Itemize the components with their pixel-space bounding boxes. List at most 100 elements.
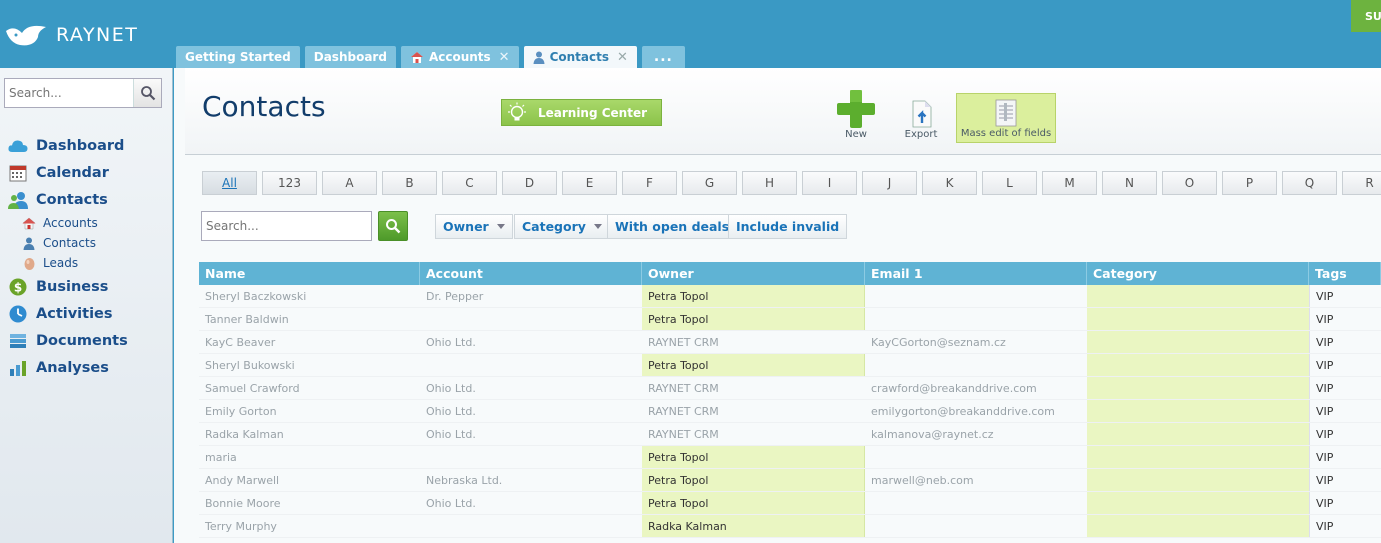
cell-name[interactable]: Samuel Crawford: [199, 377, 420, 399]
cell-name[interactable]: Terry Murphy: [199, 515, 420, 537]
cell-name[interactable]: Tanner Baldwin: [199, 308, 420, 330]
cell-account[interactable]: [420, 446, 642, 468]
include-invalid-filter[interactable]: Include invalid: [728, 214, 848, 239]
cell-name[interactable]: Bonnie Moore: [199, 492, 420, 514]
cell-account[interactable]: Ohio Ltd.: [420, 492, 642, 514]
sidebar-item-accounts[interactable]: Accounts: [8, 213, 128, 233]
letter-b[interactable]: B: [382, 171, 437, 195]
export-button[interactable]: Export: [896, 86, 946, 144]
letter-o[interactable]: O: [1162, 171, 1217, 195]
letter-g[interactable]: G: [682, 171, 737, 195]
table-row[interactable]: Andy Marwell Nebraska Ltd. Petra Topol marw…: [199, 469, 1381, 492]
cell-account[interactable]: Ohio Ltd.: [420, 400, 642, 422]
tab-dashboard[interactable]: Dashboard: [304, 46, 396, 68]
contacts-search-button[interactable]: [378, 211, 408, 241]
cell-email[interactable]: [865, 446, 1087, 468]
sidebar-search-button[interactable]: [133, 79, 161, 107]
sidebar-item-analyses[interactable]: Analyses: [8, 354, 128, 381]
cell-account[interactable]: [420, 354, 642, 376]
close-icon[interactable]: ✕: [499, 50, 510, 65]
cell-email[interactable]: marwell@neb.com: [865, 469, 1087, 491]
cell-account[interactable]: [420, 308, 642, 330]
column-header-owner[interactable]: Owner: [642, 262, 865, 285]
cell-name[interactable]: maria: [199, 446, 420, 468]
cell-name[interactable]: KayC Beaver: [199, 331, 420, 353]
cell-account[interactable]: Ohio Ltd.: [420, 377, 642, 399]
tab-contacts[interactable]: Contacts ✕: [523, 46, 637, 68]
table-row[interactable]: Samuel Crawford Ohio Ltd. RAYNET CRM crawfo…: [199, 377, 1381, 400]
table-row[interactable]: Tanner Baldwin Petra Topol VIP: [199, 308, 1381, 331]
cell-name[interactable]: Radka Kalman: [199, 423, 420, 445]
table-row[interactable]: Sheryl Baczkowski Dr. Pepper Petra Topol VI…: [199, 285, 1381, 308]
owner-filter[interactable]: Owner: [435, 214, 513, 239]
letter-e[interactable]: E: [562, 171, 617, 195]
sidebar-item-contacts[interactable]: Contacts: [8, 186, 128, 213]
cell-account[interactable]: Ohio Ltd.: [420, 331, 642, 353]
mass-edit-button[interactable]: Mass edit of fields: [956, 93, 1056, 143]
letter-p[interactable]: P: [1222, 171, 1277, 195]
cell-email[interactable]: [865, 308, 1087, 330]
letter-h[interactable]: H: [742, 171, 797, 195]
column-header-tags[interactable]: Tags: [1309, 262, 1381, 285]
close-icon[interactable]: ✕: [617, 50, 628, 65]
sidebar-item-contacts-sub[interactable]: Contacts: [8, 233, 128, 253]
letter-i[interactable]: I: [802, 171, 857, 195]
cell-email[interactable]: [865, 285, 1087, 307]
letter-a[interactable]: A: [322, 171, 377, 195]
table-row[interactable]: Bonnie Moore Ohio Ltd. Petra Topol VIP: [199, 492, 1381, 515]
cell-email[interactable]: emilygorton@breakanddrive.com: [865, 400, 1087, 422]
open-deals-filter[interactable]: With open deals: [607, 214, 738, 239]
cell-account[interactable]: [420, 515, 642, 537]
cell-account[interactable]: Nebraska Ltd.: [420, 469, 642, 491]
letter-123[interactable]: 123: [262, 171, 317, 195]
contacts-search-input[interactable]: [201, 211, 372, 241]
tab-accounts[interactable]: Accounts ✕: [400, 46, 519, 68]
app-logo[interactable]: RAYNET: [4, 20, 138, 50]
cell-email[interactable]: kalmanova@raynet.cz: [865, 423, 1087, 445]
sidebar-item-dashboard[interactable]: Dashboard: [8, 132, 128, 159]
category-filter[interactable]: Category: [514, 214, 610, 239]
letter-c[interactable]: C: [442, 171, 497, 195]
table-row[interactable]: KayC Beaver Ohio Ltd. RAYNET CRM KayCGorton…: [199, 331, 1381, 354]
cell-account[interactable]: Ohio Ltd.: [420, 423, 642, 445]
column-header-category[interactable]: Category: [1087, 262, 1309, 285]
table-row[interactable]: Radka Kalman Ohio Ltd. RAYNET CRM kalmanova…: [199, 423, 1381, 446]
table-row[interactable]: Emily Gorton Ohio Ltd. RAYNET CRM emilygort…: [199, 400, 1381, 423]
sidebar-item-documents[interactable]: Documents: [8, 327, 128, 354]
letter-all[interactable]: All: [202, 171, 257, 195]
cell-account[interactable]: Dr. Pepper: [420, 285, 642, 307]
support-button[interactable]: SU: [1351, 0, 1381, 32]
cell-name[interactable]: Andy Marwell: [199, 469, 420, 491]
sidebar-item-activities[interactable]: Activities: [8, 300, 128, 327]
cell-email[interactable]: [865, 515, 1087, 537]
sidebar-item-business[interactable]: $ Business: [8, 273, 128, 300]
letter-f[interactable]: F: [622, 171, 677, 195]
column-header-account[interactable]: Account: [420, 262, 642, 285]
letter-m[interactable]: M: [1042, 171, 1097, 195]
cell-name[interactable]: Emily Gorton: [199, 400, 420, 422]
letter-j[interactable]: J: [862, 171, 917, 195]
letter-l[interactable]: L: [982, 171, 1037, 195]
cell-email[interactable]: [865, 492, 1087, 514]
sidebar-item-leads[interactable]: Leads: [8, 253, 128, 273]
letter-n[interactable]: N: [1102, 171, 1157, 195]
letter-r[interactable]: R: [1342, 171, 1381, 195]
letter-d[interactable]: D: [502, 171, 557, 195]
tab-getting-started[interactable]: Getting Started: [176, 46, 300, 68]
learning-center-button[interactable]: Learning Center: [501, 99, 662, 126]
new-button[interactable]: New: [831, 86, 881, 144]
table-row[interactable]: maria Petra Topol VIP: [199, 446, 1381, 469]
letter-k[interactable]: K: [922, 171, 977, 195]
sidebar-search-input[interactable]: [5, 79, 133, 107]
table-row[interactable]: Terry Murphy Radka Kalman VIP: [199, 515, 1381, 538]
column-header-email[interactable]: Email 1: [865, 262, 1087, 285]
cell-name[interactable]: Sheryl Bukowski: [199, 354, 420, 376]
sidebar-item-calendar[interactable]: Calendar: [8, 159, 128, 186]
letter-q[interactable]: Q: [1282, 171, 1337, 195]
cell-name[interactable]: Sheryl Baczkowski: [199, 285, 420, 307]
cell-email[interactable]: crawford@breakanddrive.com: [865, 377, 1087, 399]
column-header-name[interactable]: Name: [199, 262, 420, 285]
cell-email[interactable]: [865, 354, 1087, 376]
cell-email[interactable]: KayCGorton@seznam.cz: [865, 331, 1087, 353]
tab-more[interactable]: ...: [641, 46, 685, 68]
